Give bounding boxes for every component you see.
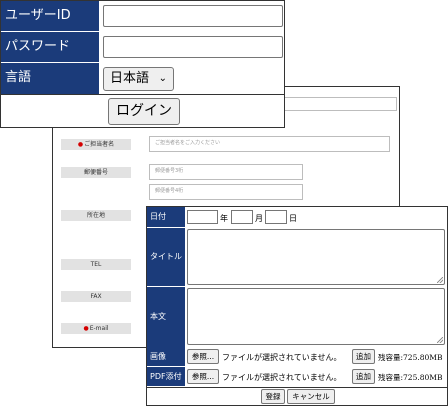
resize-grip-icon[interactable] <box>437 337 443 343</box>
contact-person-input[interactable]: ご担当者名をご入力ください <box>149 136 390 152</box>
body-textarea[interactable] <box>187 288 445 345</box>
postal-code-1-input[interactable]: 郵便番号3桁 <box>149 164 303 180</box>
address-label: 所在地 <box>61 210 131 221</box>
day-unit: 日 <box>289 214 297 223</box>
image-no-file-text: ファイルが選択されていません。 <box>222 353 342 362</box>
password-label: パスワード <box>1 32 99 62</box>
required-mark: ● <box>83 325 89 332</box>
image-remaining-capacity: 残容量:725.80MB <box>378 353 443 362</box>
tel-label: TEL <box>61 259 131 270</box>
login-panel: ユーザーID パスワード 言語 日本語 ⌄ ログイン <box>0 0 285 128</box>
resize-grip-icon[interactable] <box>437 277 443 283</box>
password-row: パスワード <box>1 31 284 63</box>
month-input[interactable] <box>231 210 253 224</box>
password-input[interactable] <box>103 36 283 58</box>
year-unit: 年 <box>220 214 228 223</box>
userid-input[interactable] <box>103 5 283 27</box>
email-label: ●E-mail <box>61 323 131 334</box>
post-form-panel: 日付 年 月 日 タイトル 本文 画像 参照... ファイルが選択されていません… <box>146 206 448 406</box>
image-label: 画像 <box>147 347 185 366</box>
language-label: 言語 <box>1 63 99 95</box>
year-input[interactable] <box>187 210 218 224</box>
fax-label: FAX <box>61 291 131 302</box>
image-browse-button[interactable]: 参照... <box>187 349 219 364</box>
language-select[interactable]: 日本語 ⌄ <box>103 67 174 91</box>
postal-code-label: 郵便番号 <box>61 167 131 178</box>
contact-person-label: ●ご担当者名 <box>61 139 131 150</box>
postal-code-2-input[interactable]: 郵便番号4桁 <box>149 184 303 200</box>
month-unit: 月 <box>255 214 263 223</box>
body-label: 本文 <box>147 287 185 347</box>
pdf-remaining-capacity: 残容量:725.80MB <box>378 373 443 382</box>
pdf-label: PDF添付 <box>147 367 185 386</box>
userid-label: ユーザーID <box>1 1 99 31</box>
userid-row: ユーザーID <box>1 1 284 31</box>
title-label: タイトル <box>147 228 185 286</box>
title-textarea[interactable] <box>187 229 445 285</box>
pdf-no-file-text: ファイルが選択されていません。 <box>222 373 342 382</box>
date-label: 日付 <box>147 207 185 227</box>
day-input[interactable] <box>265 210 287 224</box>
login-button[interactable]: ログイン <box>108 98 180 125</box>
login-divider <box>1 94 284 95</box>
cancel-button[interactable]: キャンセル <box>287 389 335 404</box>
pdf-browse-button[interactable]: 参照... <box>187 369 219 384</box>
image-add-button[interactable]: 追加 <box>352 349 375 364</box>
post-form-divider <box>147 387 447 388</box>
required-mark: ● <box>77 141 84 148</box>
register-button[interactable]: 登録 <box>261 389 285 404</box>
pdf-add-button[interactable]: 追加 <box>352 369 375 384</box>
chevron-down-icon: ⌄ <box>158 73 167 84</box>
